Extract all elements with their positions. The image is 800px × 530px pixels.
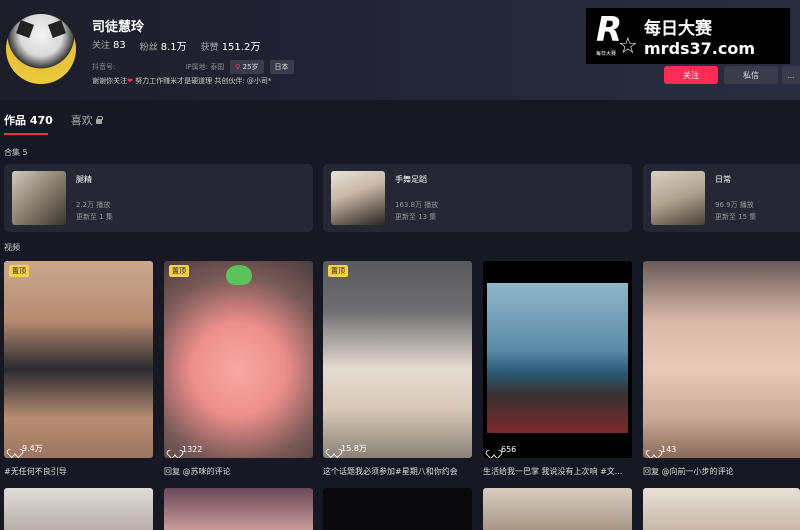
age-tag-label: 25岁 xyxy=(242,63,259,71)
collection-name: 手舞足蹈 xyxy=(395,175,427,184)
likes-label: 获赞 xyxy=(200,43,219,53)
collection-thumbnail xyxy=(651,171,705,225)
more-button[interactable]: ... xyxy=(782,66,800,84)
video-card[interactable]: 143 xyxy=(643,261,800,458)
collection-updated: 更新至 13 集 xyxy=(395,213,437,221)
collection-name: 腿精 xyxy=(76,175,92,184)
message-button[interactable]: 私信 xyxy=(724,66,778,84)
following-label: 关注 xyxy=(92,41,111,51)
video-likes: 15.8万 xyxy=(329,443,367,454)
video-title[interactable]: 生活给我一巴掌 我说没有上次响 #文... xyxy=(483,466,632,477)
profile-stats: 关注 83 粉丝 8.1万 获赞 151.2万 xyxy=(92,38,260,53)
video-title[interactable]: 这个话题我必须参加#星期八和你约会 xyxy=(323,466,472,477)
video-card[interactable] xyxy=(323,488,472,530)
collection-updated: 更新至 15 集 xyxy=(715,213,757,221)
star-icon: ☆ xyxy=(618,34,638,59)
collection-name: 日常 xyxy=(715,175,731,184)
collection-plays: 2.2万 播放 xyxy=(76,201,111,209)
video-card[interactable]: 置顶 15.8万 xyxy=(323,261,472,458)
age-tag: ♀ 25岁 xyxy=(230,60,264,74)
video-likes-count: 1322 xyxy=(182,445,203,454)
watermark-url: mrds37.com xyxy=(644,39,756,58)
heart-outline-icon xyxy=(10,445,19,453)
video-card[interactable] xyxy=(483,488,632,530)
video-title[interactable]: #无任何不良引导 xyxy=(4,466,153,477)
douyin-id: 抖音号: xyxy=(92,63,116,71)
video-likes-count: 9.4万 xyxy=(22,444,43,453)
watermark-logo-icon: R ☆ 每日大赛 xyxy=(596,10,638,59)
video-card[interactable] xyxy=(4,488,153,530)
avatar-decoration xyxy=(16,20,34,38)
video-likes: 1322 xyxy=(170,445,202,454)
videos-header: 视频 xyxy=(4,243,20,252)
likes-stat: 获赞 151.2万 xyxy=(201,38,261,53)
video-likes-count: 656 xyxy=(501,445,517,454)
heart-outline-icon xyxy=(489,446,498,454)
video-likes: 9.4万 xyxy=(10,443,43,454)
heart-outline-icon xyxy=(329,445,338,453)
bio-prefix: 谢谢你关注 xyxy=(92,77,127,85)
ip-location: IP属地: 泰国 xyxy=(185,63,225,71)
video-card[interactable]: 置顶 9.4万 xyxy=(4,261,153,458)
video-title[interactable]: 回复 @向前一小步的评论 xyxy=(643,466,800,477)
collection-plays: 96.9万 播放 xyxy=(715,201,754,209)
collection-card[interactable]: 手舞足蹈 163.8万 播放 更新至 13 集 xyxy=(323,164,632,232)
profile-meta: 抖音号: IP属地: 泰国 ♀ 25岁 日本 xyxy=(92,60,294,74)
country-tag: 日本 xyxy=(269,60,294,74)
followers-stat[interactable]: 粉丝 8.1万 xyxy=(140,38,187,53)
tab-liked-label: 喜欢 xyxy=(70,114,93,127)
pinned-badge: 置顶 xyxy=(9,265,29,277)
video-likes-count: 143 xyxy=(661,445,677,454)
video-card[interactable] xyxy=(643,488,800,530)
tab-works[interactable]: 作品 470 xyxy=(4,112,53,135)
video-title[interactable]: 回复 @苏咪的评论 xyxy=(164,466,313,477)
female-icon: ♀ xyxy=(235,63,241,71)
collection-updated: 更新至 1 集 xyxy=(76,213,113,221)
followers-label: 粉丝 xyxy=(139,43,158,53)
watermark-logo-sub: 每日大赛 xyxy=(596,51,617,57)
follow-button[interactable]: 关注 xyxy=(664,66,718,84)
avatar-decoration xyxy=(48,20,66,38)
video-card[interactable]: 置顶 1322 xyxy=(164,261,313,458)
heart-outline-icon xyxy=(649,446,658,454)
collection-card[interactable]: 日常 96.9万 播放 更新至 15 集 xyxy=(643,164,800,232)
collection-thumbnail xyxy=(12,171,66,225)
profile-name: 司徒慧玲 xyxy=(92,20,145,35)
video-likes: 143 xyxy=(649,445,676,454)
watermark-title: 每日大赛 xyxy=(644,19,712,39)
video-likes: 656 xyxy=(489,445,516,454)
profile-bio: 谢谢你关注❤ 努力工作赚米才是硬道理 共创伙伴: @小司* xyxy=(92,76,271,86)
collection-thumbnail xyxy=(331,171,385,225)
clover-decoration xyxy=(226,265,252,285)
bio-suffix: 努力工作赚米才是硬道理 共创伙伴: @小司* xyxy=(132,77,272,85)
collection-plays: 163.8万 播放 xyxy=(395,201,439,209)
pinned-badge: 置顶 xyxy=(328,265,348,277)
followers-count: 8.1万 xyxy=(160,42,187,53)
watermark-banner: R ☆ 每日大赛 每日大赛 mrds37.com xyxy=(586,8,790,64)
tab-liked[interactable]: 喜欢 xyxy=(70,112,103,128)
following-count: 83 xyxy=(113,40,126,51)
video-likes-count: 15.8万 xyxy=(341,444,367,453)
video-frame xyxy=(487,283,628,433)
avatar[interactable] xyxy=(6,14,76,84)
profile-tabs: 作品 470 喜欢 xyxy=(4,112,103,135)
following-stat[interactable]: 关注 83 xyxy=(92,38,126,53)
video-card[interactable]: 656 xyxy=(483,261,632,458)
likes-count: 151.2万 xyxy=(221,42,261,53)
heart-outline-icon xyxy=(170,446,179,454)
collection-card[interactable]: 腿精 2.2万 播放 更新至 1 集 xyxy=(4,164,313,232)
collections-header: 合集 5 xyxy=(4,148,28,157)
watermark-text: 每日大赛 mrds37.com xyxy=(644,14,755,58)
lock-icon xyxy=(95,115,103,124)
video-card[interactable] xyxy=(164,488,313,530)
pinned-badge: 置顶 xyxy=(169,265,189,277)
